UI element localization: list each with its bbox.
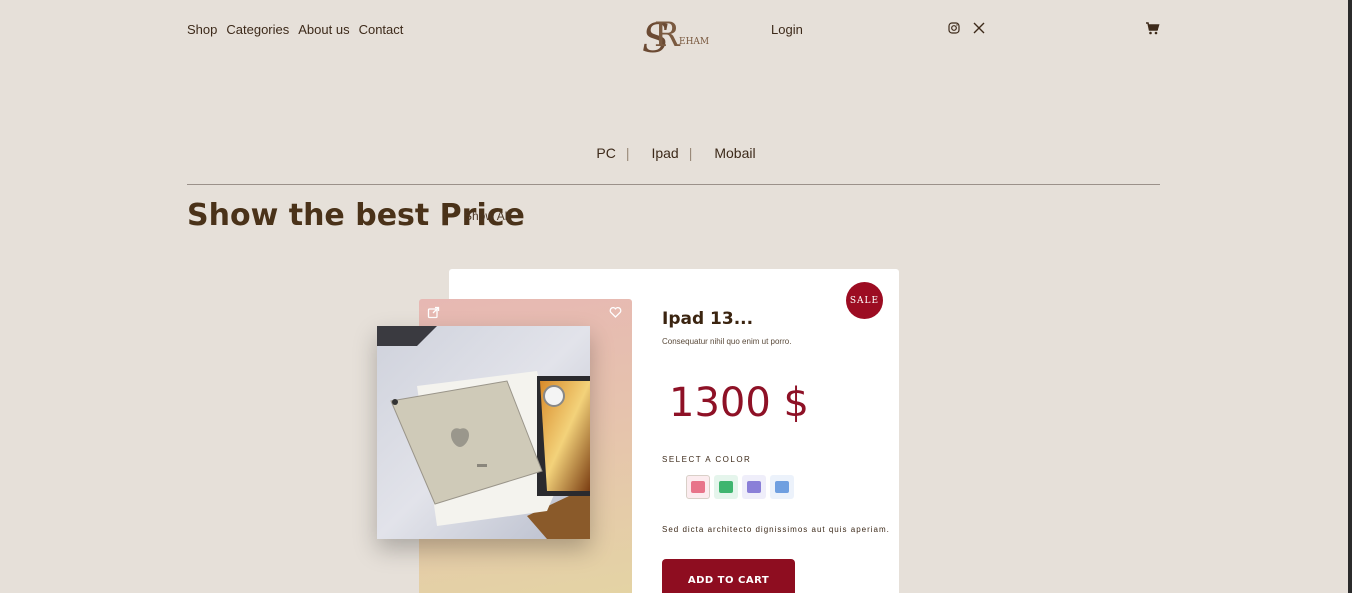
section-divider xyxy=(187,184,1160,185)
nav-categories-link[interactable]: Categories xyxy=(226,22,289,37)
color-swatch[interactable] xyxy=(770,475,794,499)
heart-icon[interactable] xyxy=(609,306,623,320)
sale-badge: SALE xyxy=(846,282,883,319)
svg-text:R: R xyxy=(654,15,681,55)
product-tagline: Sed dicta architecto dignissimos aut qui… xyxy=(662,525,890,534)
login-link[interactable]: Login xyxy=(771,22,803,37)
social-links xyxy=(948,22,986,35)
tab-pc[interactable]: PC xyxy=(596,145,615,161)
main-nav: Shop Categories About us Contact xyxy=(187,22,403,37)
tab-mobail[interactable]: Mobail xyxy=(714,145,755,161)
logo-text: EHAM xyxy=(679,37,709,47)
tab-separator: | xyxy=(625,145,630,161)
nav-about-link[interactable]: About us xyxy=(298,22,349,37)
product-description: Consequatur nihil quo enim ut porro. xyxy=(662,337,792,346)
nav-contact-link[interactable]: Contact xyxy=(359,22,404,37)
product-photo[interactable] xyxy=(377,326,590,539)
color-label: SELECT A COLOR xyxy=(662,455,752,464)
open-external-icon[interactable] xyxy=(427,306,441,320)
cart-icon[interactable] xyxy=(1145,21,1160,36)
brand-logo[interactable]: S R EHAM xyxy=(640,6,710,62)
category-tabs: PC | Ipad | Mobail xyxy=(0,145,1352,161)
product-title[interactable]: Ipad 13... xyxy=(662,309,753,329)
color-swatch[interactable] xyxy=(714,475,738,499)
show-all-link[interactable]: Show All xyxy=(464,209,510,223)
x-icon[interactable] xyxy=(973,22,986,35)
color-swatch[interactable] xyxy=(742,475,766,499)
product-price: 1300 $ xyxy=(669,380,809,426)
add-to-cart-button[interactable]: ADD TO CART xyxy=(662,559,795,593)
instagram-icon[interactable] xyxy=(948,22,961,35)
color-swatch[interactable] xyxy=(686,475,710,499)
tab-ipad[interactable]: Ipad xyxy=(651,145,678,161)
nav-shop-link[interactable]: Shop xyxy=(187,22,217,37)
window-edge xyxy=(1348,0,1352,593)
tab-separator: | xyxy=(688,145,693,161)
color-swatches xyxy=(686,475,794,499)
